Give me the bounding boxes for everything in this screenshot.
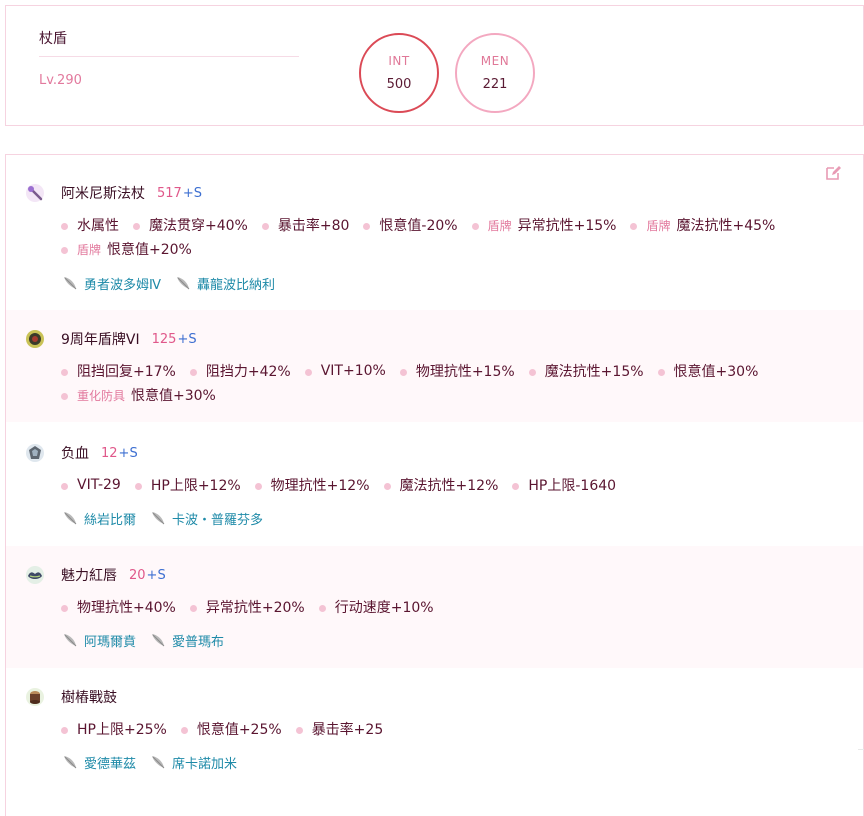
men-stat-value: 221: [482, 77, 508, 92]
equipment-entry: 阿米尼斯法杖 517 +S 水属性 魔法贯穿+40% 暴击率+80 恨意值-20…: [6, 155, 863, 310]
stat-item: 恨意值+25%: [180, 719, 282, 739]
stat-item: 行动速度+10%: [318, 597, 434, 617]
entry-name: 樹樁戰鼓: [61, 690, 117, 706]
stat-item: HP上限-1640: [512, 475, 616, 495]
divider: [858, 749, 864, 750]
feather-icon: [152, 756, 165, 769]
entry-suffix: +S: [182, 185, 202, 201]
entry-name: 阿米尼斯法杖: [61, 186, 145, 202]
stat-item: 物理抗性+15%: [399, 361, 515, 381]
stat-line: 物理抗性+40% 异常抗性+20% 行动速度+10%: [61, 596, 448, 618]
staff-icon: [26, 184, 44, 202]
stat-item: 异常抗性+20%: [189, 597, 305, 617]
source-link[interactable]: 席卡諾加米: [150, 753, 237, 772]
entry-level: 517: [157, 185, 182, 201]
entry-header: 樹樁戰鼓: [24, 686, 117, 708]
stat-item: 暴击率+25: [295, 719, 383, 739]
stat-item: 魔法贯穿+40%: [133, 215, 248, 235]
lips-icon: [26, 566, 44, 584]
equipment-entry: 9周年盾牌VI 125 +S 阻挡回复+17% 阻挡力+42% VIT+10% …: [6, 310, 863, 422]
armor-icon: [26, 444, 44, 462]
stat-item: 阻挡力+42%: [189, 361, 291, 381]
stat-line: VIT-29 HP上限+12% 物理抗性+12% 魔法抗性+12% HP上限-1…: [61, 474, 630, 496]
source-line: 愛德華茲 席卡諾加米: [62, 752, 251, 772]
stat-item: VIT+10%: [304, 363, 386, 379]
source-line: 勇者波多姆Ⅳ 轟龍波比納利: [62, 273, 289, 293]
source-link[interactable]: 愛德華茲: [62, 753, 136, 772]
feather-icon: [64, 634, 77, 647]
source-link[interactable]: 卡波・普羅芬多: [150, 509, 263, 528]
stat-item: 物理抗性+12%: [254, 475, 370, 495]
stat-item: 阻挡回复+17%: [61, 361, 176, 381]
entry-level: 20: [129, 567, 146, 583]
stat-item: 水属性: [61, 215, 119, 235]
item-level-label: Lv.290: [39, 73, 82, 88]
entry-suffix: +S: [146, 567, 166, 583]
int-stat-value: 500: [386, 77, 412, 92]
stat-line: HP上限+25% 恨意值+25% 暴击率+25: [61, 718, 397, 740]
int-stat-circle: INT 500: [359, 33, 439, 113]
equipment-list-card: 阿米尼斯法杖 517 +S 水属性 魔法贯穿+40% 暴击率+80 恨意值-20…: [5, 154, 864, 816]
entry-suffix: +S: [118, 445, 138, 461]
stat-item: VIT-29: [61, 477, 121, 493]
stat-item: 恨意值-20%: [363, 215, 458, 235]
men-stat-circle: MEN 221: [455, 33, 535, 113]
feather-icon: [152, 512, 165, 525]
entry-suffix: +S: [177, 331, 197, 347]
shield-icon: [26, 330, 44, 348]
equipment-entry: 樹樁戰鼓 HP上限+25% 恨意值+25% 暴击率+25 愛德華茲 席卡諾加米: [6, 668, 863, 816]
entry-header: 9周年盾牌VI 125 +S: [24, 328, 197, 350]
entry-level: 12: [101, 445, 118, 461]
entry-level: 125: [151, 331, 177, 347]
stat-item: 重化防具 恨意值+30%: [61, 385, 216, 405]
stat-line: 重化防具 恨意值+30%: [61, 384, 230, 406]
source-line: 阿瑪爾賁 愛普瑪布: [62, 630, 238, 650]
source-link[interactable]: 阿瑪爾賁: [62, 631, 136, 650]
entry-name: 负血: [61, 446, 89, 462]
source-link[interactable]: 勇者波多姆Ⅳ: [62, 274, 161, 293]
stat-item: 魔法抗性+15%: [528, 361, 644, 381]
stat-item: 盾牌 异常抗性+15%: [471, 215, 616, 235]
source-line: 絲岩比爾 卡波・普羅芬多: [62, 508, 277, 528]
entry-header: 负血 12 +S: [24, 442, 138, 464]
item-summary-card: 杖盾 Lv.290 INT 500 MEN 221: [5, 5, 864, 126]
stat-item: 魔法抗性+12%: [383, 475, 498, 495]
stat-item: 物理抗性+40%: [61, 597, 176, 617]
stat-line: 阻挡回复+17% 阻挡力+42% VIT+10% 物理抗性+15% 魔法抗性+1…: [61, 360, 772, 382]
stat-item: 暴击率+80: [261, 215, 349, 235]
stat-item: HP上限+25%: [61, 719, 167, 739]
entry-name: 魅力紅唇: [61, 568, 117, 584]
source-link[interactable]: 絲岩比爾: [62, 509, 136, 528]
entry-name: 9周年盾牌VI: [61, 332, 140, 348]
feather-icon: [152, 634, 165, 647]
stat-item: 恨意值+30%: [657, 361, 758, 381]
stat-line: 盾牌 恨意值+20%: [61, 238, 206, 260]
item-title-block: 杖盾 Lv.290: [39, 28, 299, 88]
equipment-entry: 魅力紅唇 20 +S 物理抗性+40% 异常抗性+20% 行动速度+10% 阿瑪…: [6, 546, 863, 668]
entry-header: 阿米尼斯法杖 517 +S: [24, 182, 202, 204]
item-type-label: 杖盾: [39, 28, 299, 57]
entry-header: 魅力紅唇 20 +S: [24, 564, 166, 586]
feather-icon: [177, 277, 190, 290]
feather-icon: [64, 277, 77, 290]
stat-item: HP上限+12%: [134, 475, 241, 495]
source-link[interactable]: 轟龍波比納利: [175, 274, 275, 293]
int-stat-label: INT: [388, 54, 410, 68]
source-link[interactable]: 愛普瑪布: [150, 631, 224, 650]
stat-item: 盾牌 恨意值+20%: [61, 239, 192, 259]
drum-icon: [26, 688, 44, 706]
men-stat-label: MEN: [480, 54, 510, 68]
stat-line: 水属性 魔法贯穿+40% 暴击率+80 恨意值-20% 盾牌 异常抗性+15% 盾…: [61, 214, 789, 236]
feather-icon: [64, 756, 77, 769]
stat-item: 盾牌 魔法抗性+45%: [630, 215, 775, 235]
feather-icon: [64, 512, 77, 525]
equipment-entry: 负血 12 +S VIT-29 HP上限+12% 物理抗性+12% 魔法抗性+1…: [6, 422, 863, 546]
